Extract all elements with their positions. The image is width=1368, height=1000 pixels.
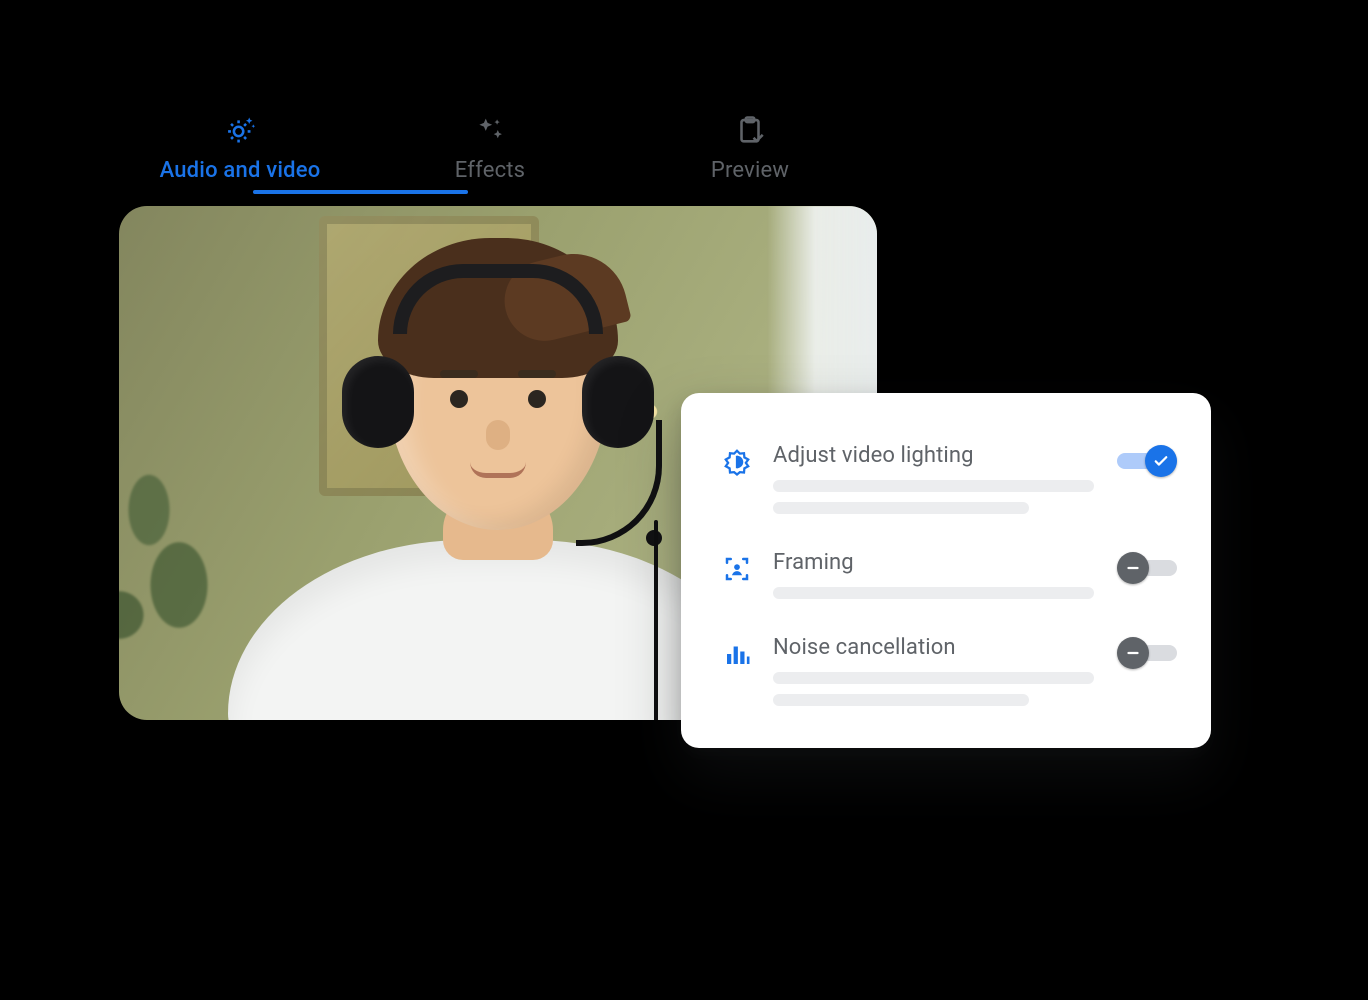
audio-video-settings-card: Adjust video lighting Framing: [681, 393, 1211, 748]
toggle-lighting[interactable]: [1117, 447, 1177, 475]
setting-row-framing: Framing: [711, 536, 1181, 613]
setting-row-noise: Noise cancellation: [711, 621, 1181, 720]
tab-label: Effects: [455, 158, 525, 183]
check-icon: [1145, 445, 1177, 477]
minus-icon: [1117, 552, 1149, 584]
tab-label: Audio and video: [160, 158, 321, 183]
placeholder-line: [773, 480, 1094, 492]
active-tab-underline: [253, 190, 468, 194]
placeholder-line: [773, 694, 1029, 706]
setting-title: Framing: [773, 550, 1101, 575]
setting-title: Adjust video lighting: [773, 443, 1101, 468]
sparkles-icon: [470, 110, 510, 150]
tab-label: Preview: [711, 158, 789, 183]
equalizer-icon: [715, 639, 759, 669]
brightness-icon: [715, 447, 759, 477]
gear-sparkle-icon: [220, 110, 260, 150]
setting-row-lighting: Adjust video lighting: [711, 429, 1181, 528]
settings-tabs: Audio and video Effects Preview: [120, 110, 880, 193]
minus-icon: [1117, 637, 1149, 669]
placeholder-line: [773, 587, 1094, 599]
tab-preview[interactable]: Preview: [620, 110, 880, 193]
tab-audio-video[interactable]: Audio and video: [120, 110, 360, 193]
placeholder-line: [773, 672, 1094, 684]
placeholder-line: [773, 502, 1029, 514]
toggle-framing[interactable]: [1117, 554, 1177, 582]
toggle-noise[interactable]: [1117, 639, 1177, 667]
self-view-avatar: [238, 270, 758, 720]
center-frame-icon: [715, 554, 759, 584]
clipboard-check-icon: [730, 110, 770, 150]
tab-effects[interactable]: Effects: [360, 110, 620, 193]
setting-title: Noise cancellation: [773, 635, 1101, 660]
